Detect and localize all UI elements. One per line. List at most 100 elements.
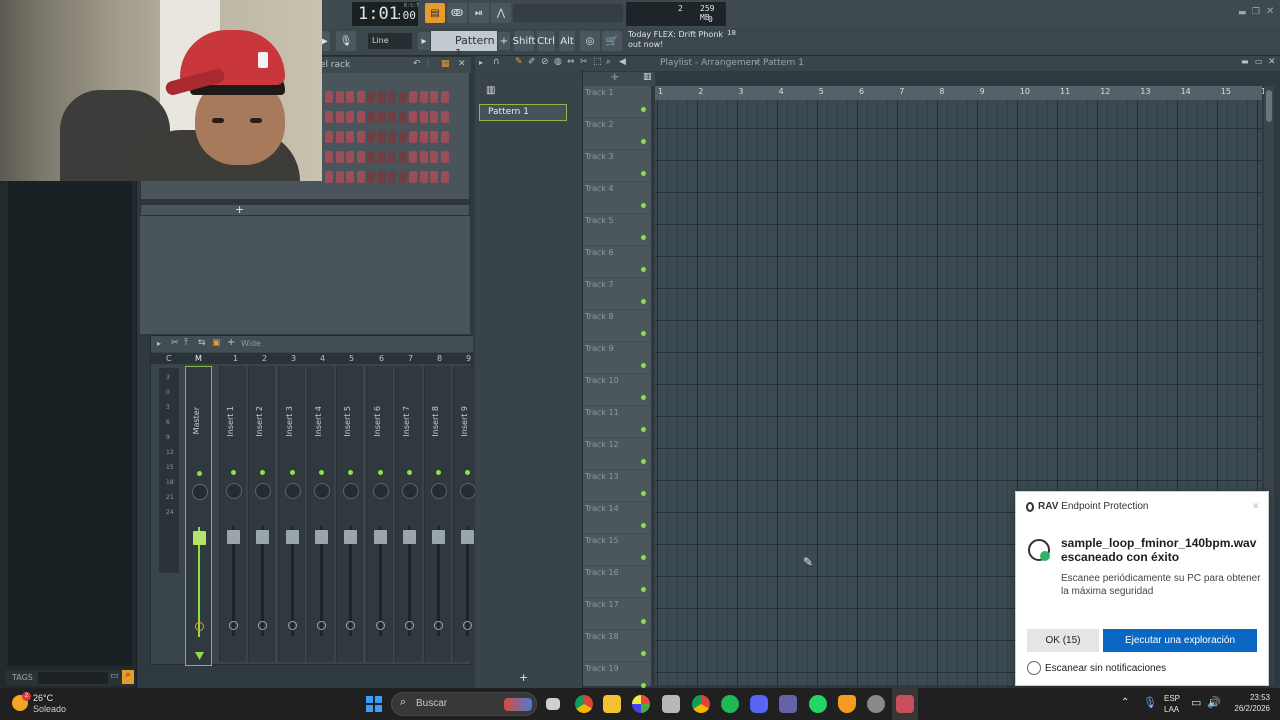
track-mute-led[interactable] [641,427,646,432]
track-header[interactable]: Track 1 [583,86,651,118]
step-button[interactable] [440,151,449,163]
teams-icon[interactable] [779,695,797,713]
track-mute-led[interactable] [641,331,646,336]
step-button[interactable] [325,91,333,103]
step-button[interactable] [346,91,354,103]
track-header[interactable]: Track 13 [583,470,651,502]
track-mute-led[interactable] [641,107,646,112]
insert-fader[interactable] [432,530,446,544]
insert-fader[interactable] [285,530,299,544]
pencil-icon[interactable]: ✎ [515,57,523,67]
step-button[interactable] [367,151,375,163]
zoom-icon[interactable]: ⌕ [606,57,611,67]
track-mute-led[interactable] [641,267,646,272]
graph-icon[interactable]: ⫶ [427,59,429,69]
pattern-selector[interactable]: Pattern 1 [431,31,497,60]
display-icon[interactable]: ▭ [1191,696,1201,709]
track-mute-led[interactable] [641,363,646,368]
insert-fader[interactable] [402,530,416,544]
insert-pan-knob[interactable] [460,483,477,499]
insert-route-icon[interactable] [346,621,356,630]
insert-route-icon[interactable] [404,621,414,630]
browser-tree[interactable] [8,181,132,666]
step-button[interactable] [419,91,428,103]
mixer-layout-icon[interactable]: ▣ [212,338,221,348]
mixer-tool-icon[interactable]: ✂ [171,338,179,348]
step-button[interactable] [398,171,407,183]
alt-button[interactable]: Alt [559,31,575,51]
step-button[interactable] [377,131,386,143]
master-route-icon[interactable] [195,622,204,631]
mixer-insert-strip[interactable]: Insert 7 [394,366,422,662]
search-tag-icon[interactable]: ⌕ [122,670,134,684]
tray-chevron-icon[interactable]: ⌃ [1121,697,1129,708]
step-button[interactable] [430,91,438,103]
track-mute-led[interactable] [641,203,646,208]
app-icon[interactable] [867,695,885,713]
playlist-titlebar[interactable]: ▸ ∩ ✎ ✐ ⊘ ◍ ⇔ ✂ ⬚ ⌕ ◀ Playlist - Arrange… [475,56,1280,71]
insert-fader[interactable] [256,530,270,544]
master-pan-knob[interactable] [192,484,208,500]
step-button[interactable] [388,91,396,103]
discord-icon[interactable] [750,695,768,713]
metronome-icon[interactable]: ↂ [447,3,467,23]
pattern-song-toggle-icon[interactable]: ▤ [425,3,445,23]
volume-icon[interactable]: 🔊 [1207,696,1221,709]
track-mute-led[interactable] [641,619,646,624]
add-pattern-icon[interactable]: + [498,32,510,50]
step-button[interactable] [325,151,333,163]
track-mute-led[interactable] [641,491,646,496]
track-mute-led[interactable] [641,171,646,176]
step-button[interactable] [419,151,428,163]
insert-pan-knob[interactable] [401,483,418,499]
step-button[interactable] [335,151,344,163]
step-button[interactable] [346,111,354,123]
slip-icon[interactable]: ⇔ [567,57,575,67]
step-button[interactable] [409,111,417,123]
step-button[interactable] [377,171,386,183]
track-header[interactable]: Track 7 [583,278,651,310]
insert-fader[interactable] [227,530,240,544]
countdown-icon[interactable]: ⋀ [491,3,511,23]
step-button[interactable] [419,131,428,143]
step-button[interactable] [335,91,344,103]
insert-route-icon[interactable] [375,621,385,630]
mixer-insert-strip[interactable]: Insert 4 [306,366,334,662]
snap-select[interactable]: Line [368,33,412,49]
undo-icon[interactable]: ↶ [413,59,421,69]
step-button[interactable] [346,171,354,183]
step-button[interactable] [430,111,438,123]
piano-icon[interactable]: ▥ [486,85,495,96]
track-mute-led[interactable] [641,459,646,464]
track-header[interactable]: Track 2 [583,118,651,150]
language-indicator[interactable]: ESP LAA [1164,693,1180,715]
insert-pan-knob[interactable] [372,483,389,499]
step-button[interactable] [409,131,417,143]
step-button[interactable] [388,151,396,163]
insert-fader[interactable] [344,530,358,544]
chrome-icon[interactable] [575,695,593,713]
mixer-insert-strip[interactable]: Insert 8 [424,366,452,662]
track-header[interactable]: Track 17 [583,598,651,630]
playlist-max-icon[interactable]: ▭ [1255,57,1263,66]
weather-widget[interactable]: 2 26°C Soleado [10,692,90,716]
step-button[interactable] [440,91,449,103]
track-header[interactable]: Track 10 [583,374,651,406]
step-button[interactable] [388,111,396,123]
insert-pan-knob[interactable] [431,483,448,499]
master-fader[interactable] [193,531,206,545]
spotify-icon[interactable] [721,695,739,713]
track-mute-led[interactable] [641,555,646,560]
step-button[interactable] [398,111,407,123]
shop-cart-icon[interactable]: 🛒 [602,31,622,51]
insert-route-icon[interactable] [463,621,473,630]
track-header[interactable]: Track 11 [583,406,651,438]
mixer-link-icon[interactable]: ⇆ [198,338,206,348]
wait-input-icon[interactable]: ⏯ [469,3,489,23]
ok-button[interactable]: OK (15) [1027,629,1099,652]
step-button[interactable] [367,91,375,103]
step-button[interactable] [409,91,417,103]
track-mute-led[interactable] [641,651,646,656]
mixer-master-strip[interactable]: Master [185,366,212,666]
insert-route-icon[interactable] [434,621,444,630]
